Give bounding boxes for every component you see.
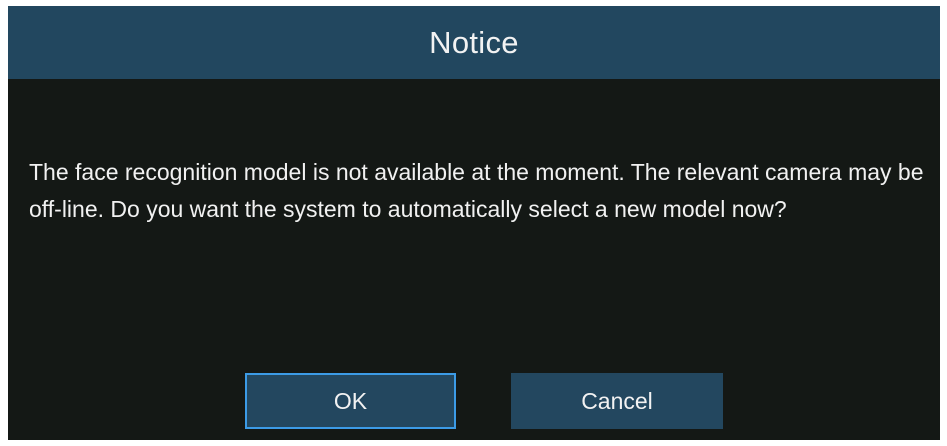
notice-dialog: Notice The face recognition model is not… — [8, 6, 940, 440]
ok-button[interactable]: OK — [245, 373, 456, 429]
dialog-title-bar: Notice — [8, 6, 940, 79]
cancel-button[interactable]: Cancel — [511, 373, 723, 429]
dialog-message: The face recognition model is not availa… — [29, 159, 924, 222]
dialog-title: Notice — [429, 24, 519, 60]
